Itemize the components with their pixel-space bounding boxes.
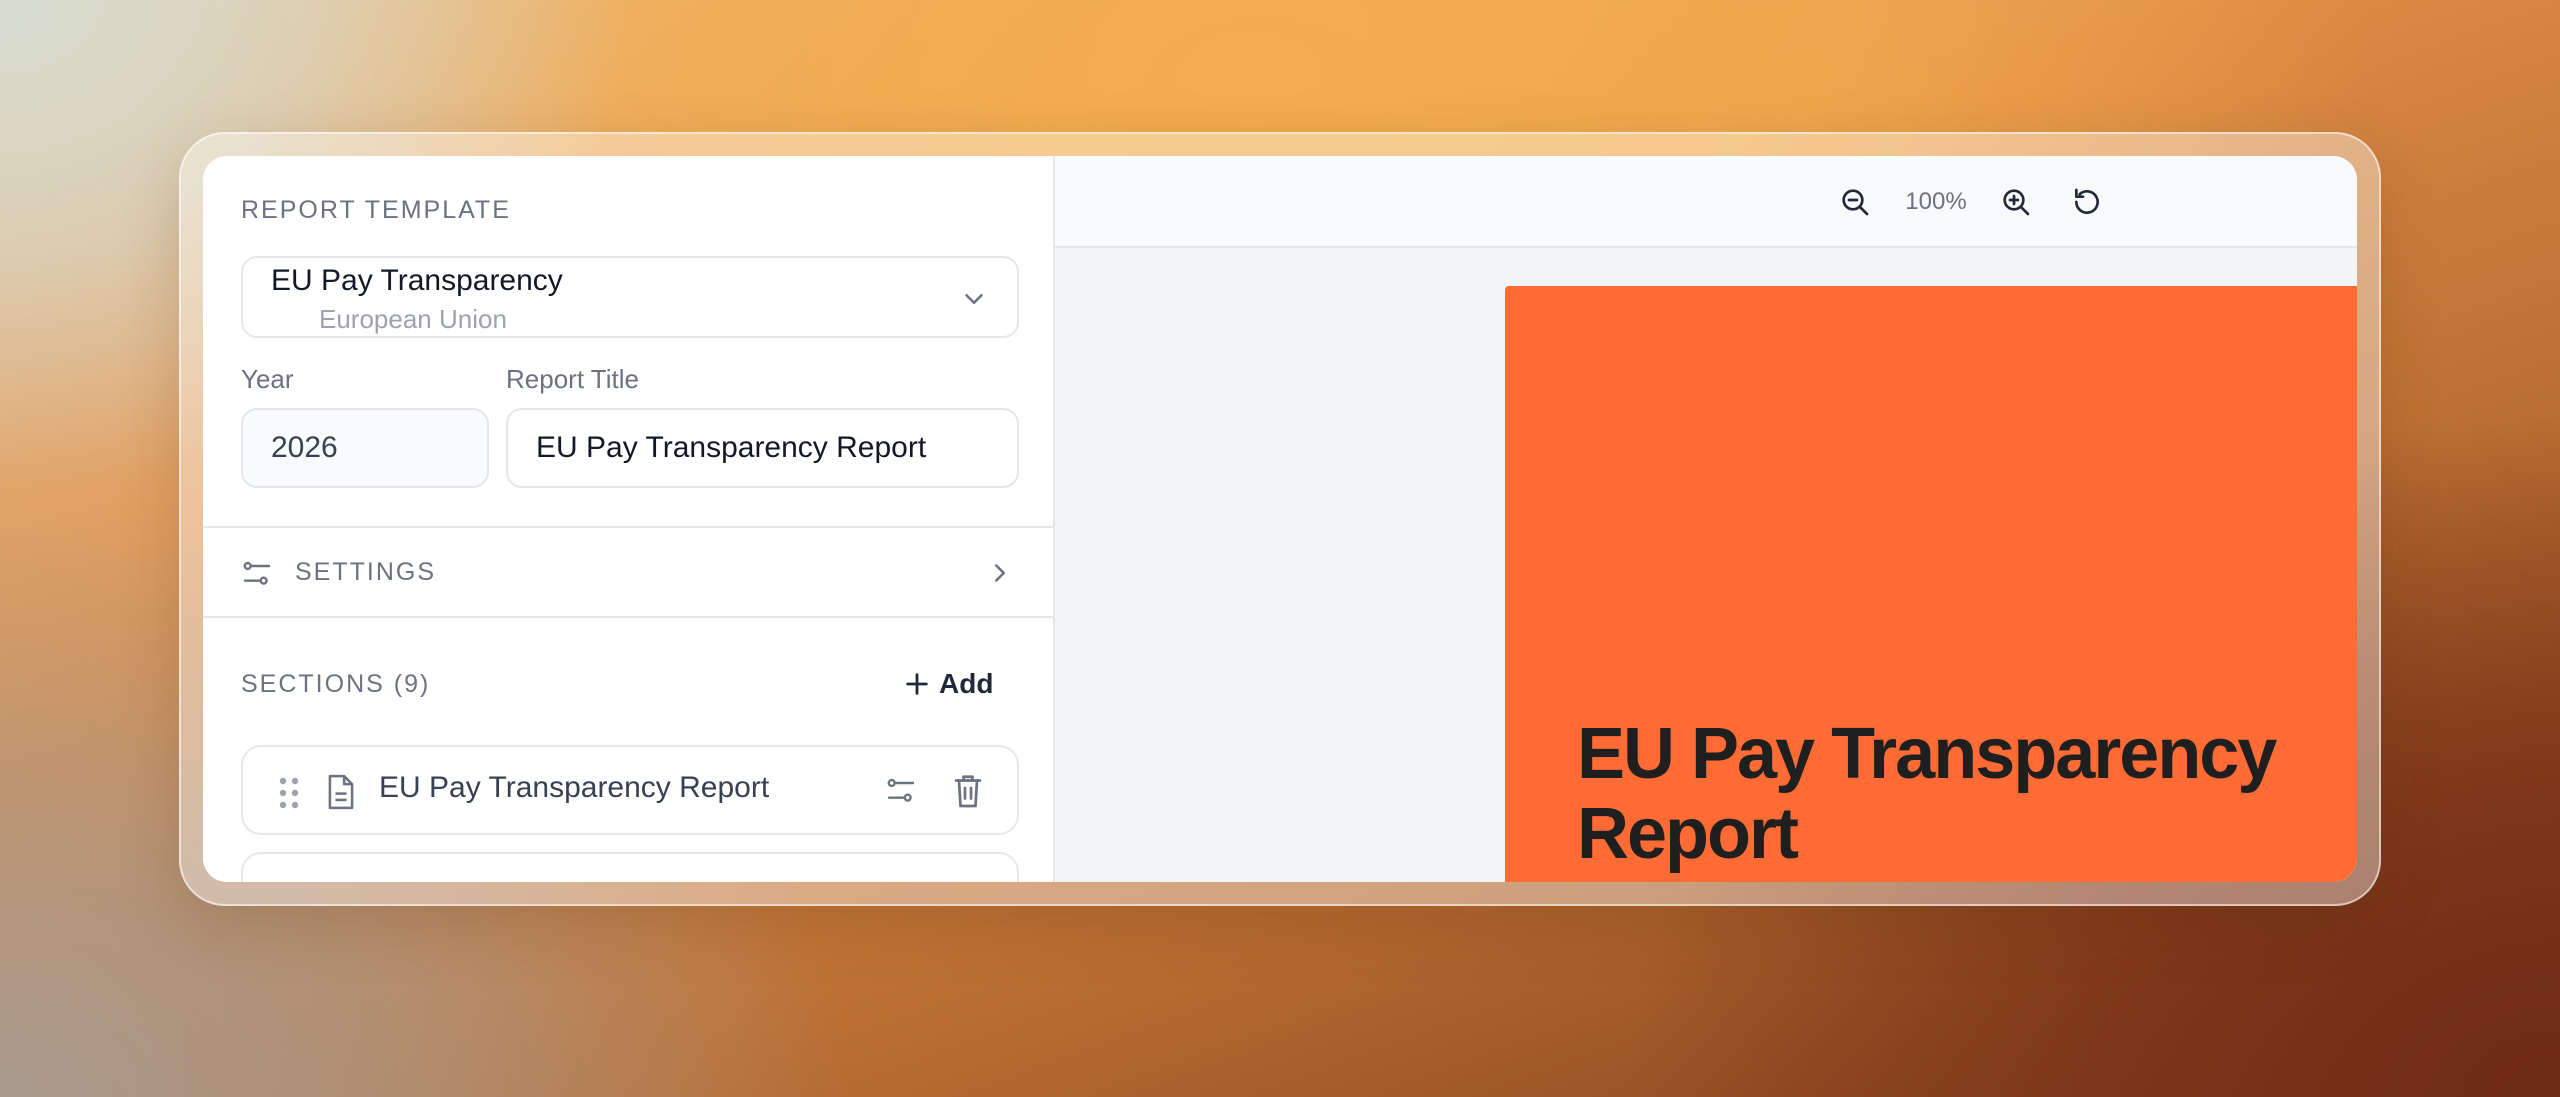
section-item[interactable] <box>241 852 1019 882</box>
section-title: EU Pay Transparency Report <box>379 771 770 804</box>
add-label: Add <box>939 668 994 699</box>
preview-toolbar: 100% <box>1055 156 2357 248</box>
preview-panel: 100% EU Pay Transparency Report <box>1055 156 2357 882</box>
report-page-preview: EU Pay Transparency Report <box>1505 286 2357 882</box>
report-title-input[interactable]: EU Pay Transparency Report <box>506 408 1019 488</box>
settings-toggle[interactable]: Settings <box>203 526 1053 618</box>
zoom-level: 100% <box>1905 188 1967 215</box>
report-template-select[interactable]: EU Pay Transparency European Union <box>241 256 1019 338</box>
report-title-label: Report Title <box>506 364 639 394</box>
add-section-button[interactable]: Add <box>903 664 993 704</box>
reset-icon[interactable] <box>2071 186 2103 218</box>
document-icon <box>328 774 354 810</box>
editor-panel: Report Template EU Pay Transparency Euro… <box>203 156 1055 882</box>
template-name: EU Pay Transparency <box>271 264 563 297</box>
page-title: EU Pay Transparency Report <box>1577 714 2277 874</box>
chevron-down-icon <box>965 294 983 304</box>
report-template-label: Report Template <box>241 196 511 224</box>
zoom-in-icon[interactable] <box>2000 186 2032 218</box>
zoom-out-icon[interactable] <box>1839 186 1871 218</box>
section-item[interactable]: EU Pay Transparency Report <box>241 745 1019 835</box>
section-settings-icon[interactable] <box>885 775 917 807</box>
report-builder-window: Report Template EU Pay Transparency Euro… <box>203 156 2357 882</box>
chevron-right-icon <box>995 564 1005 582</box>
trash-icon[interactable] <box>953 773 983 809</box>
year-label: Year <box>241 364 294 394</box>
settings-label: Settings <box>295 558 437 586</box>
grip-icon[interactable] <box>279 777 299 809</box>
template-region: European Union <box>319 304 507 334</box>
year-input[interactable]: 2026 <box>241 408 489 488</box>
plus-icon <box>906 673 928 695</box>
sections-label: Sections (9) <box>241 670 431 698</box>
sliders-icon <box>243 561 271 585</box>
